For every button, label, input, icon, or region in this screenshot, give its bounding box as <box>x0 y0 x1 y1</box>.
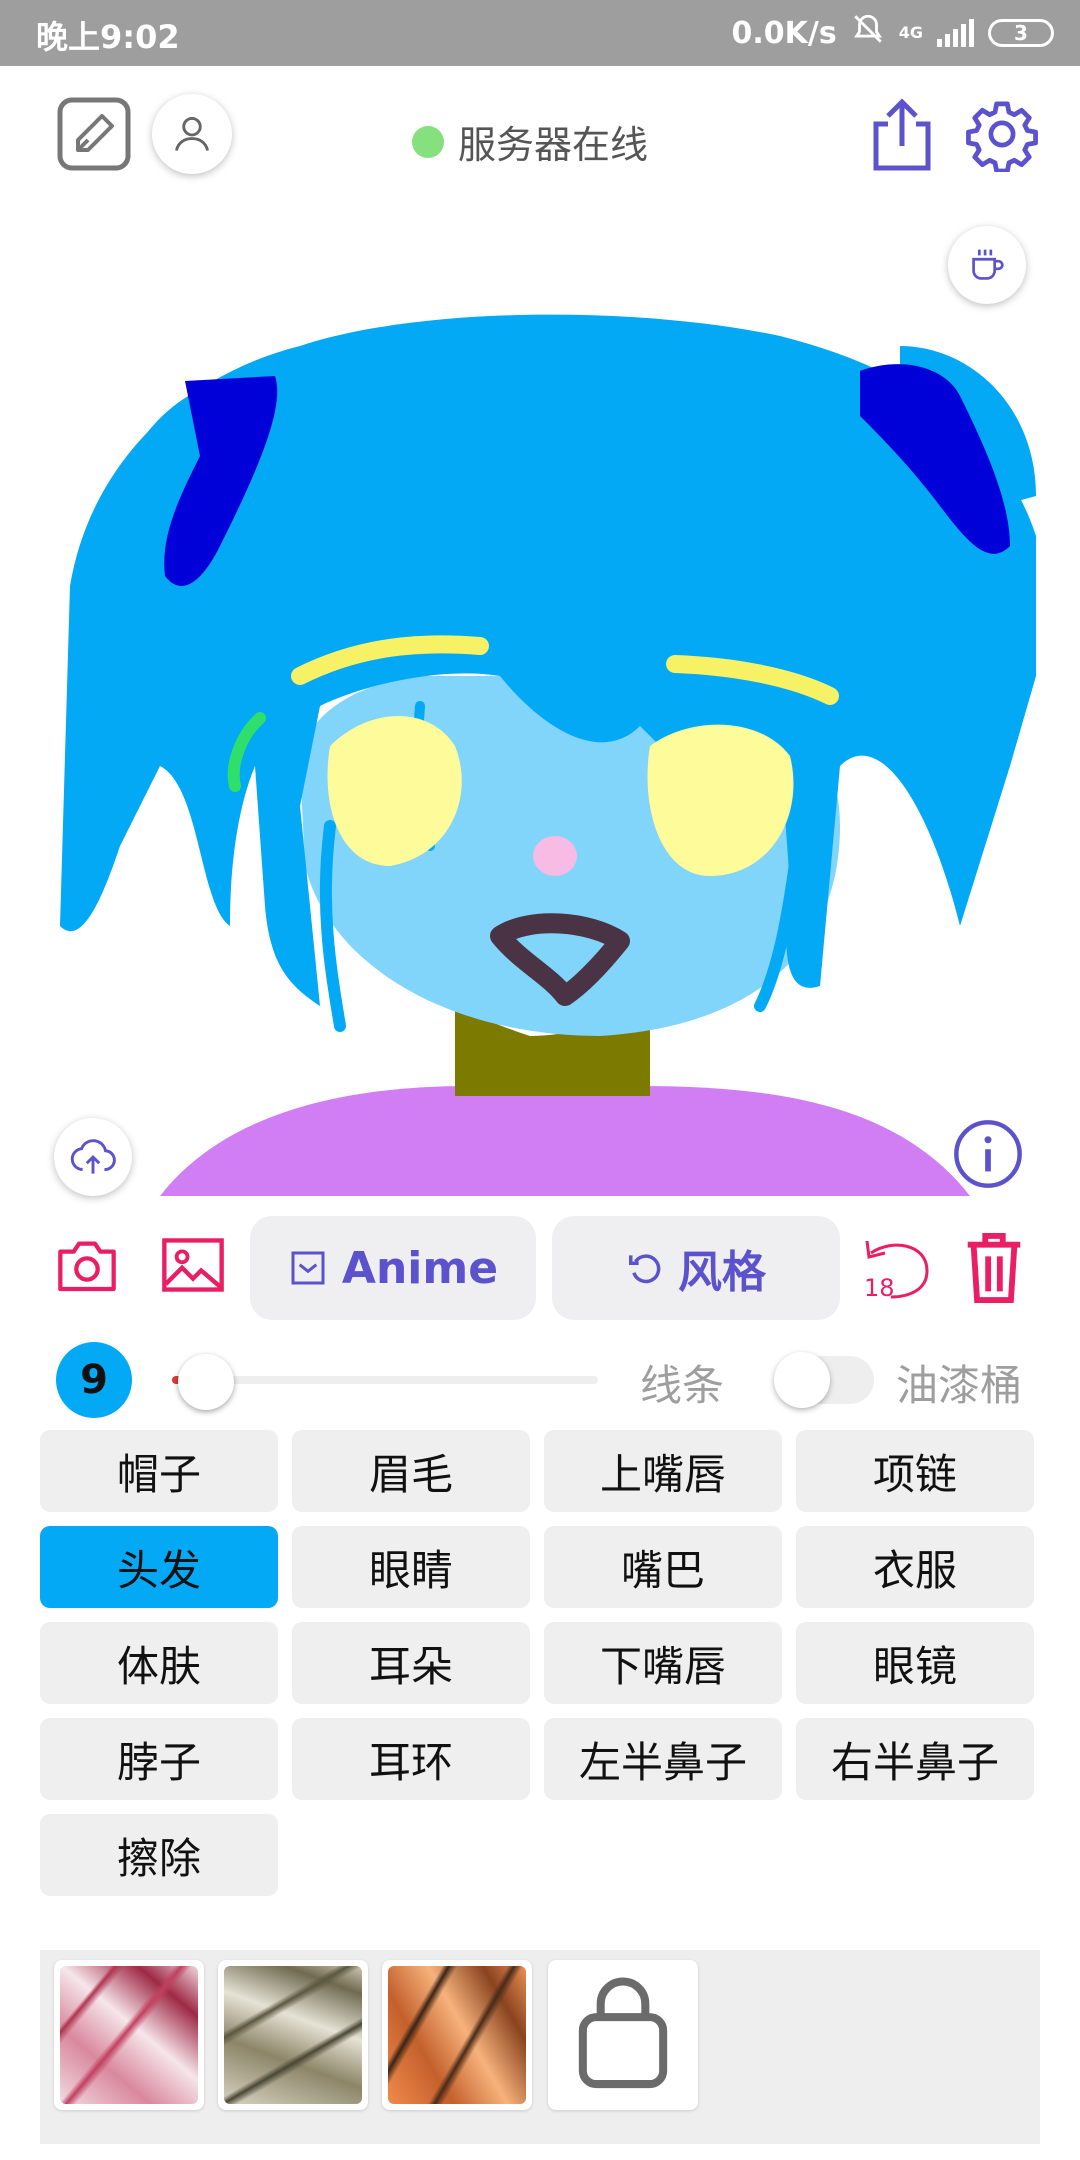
status-time: 晚上9:02 <box>36 18 180 56</box>
texture-swatch[interactable] <box>382 1960 532 2110</box>
sketch-drawing <box>60 314 1036 1196</box>
part-button[interactable]: 衣服 <box>796 1526 1034 1608</box>
top-toolbar: 服务器在线 <box>0 66 1080 206</box>
paint-bucket-label: 油漆桶 <box>896 1361 1023 1410</box>
part-button[interactable]: 帽子 <box>40 1430 278 1512</box>
brush-size-badge: 9 <box>56 1342 132 1418</box>
coffee-cup-icon <box>972 249 1004 280</box>
part-button[interactable]: 左半鼻子 <box>544 1718 782 1800</box>
style-label: 风格 <box>678 1247 766 1298</box>
trash-icon <box>967 1233 1021 1303</box>
mute-icon <box>851 12 885 54</box>
server-status-text: 服务器在线 <box>458 123 649 167</box>
cloud-upload-icon <box>70 1139 116 1174</box>
undo-button[interactable]: 18 <box>858 1228 936 1308</box>
account-button[interactable] <box>152 94 232 174</box>
info-button[interactable] <box>948 1114 1028 1194</box>
part-button[interactable]: 耳环 <box>292 1718 530 1800</box>
part-button[interactable]: 下嘴唇 <box>544 1622 782 1704</box>
server-status: 服务器在线 <box>412 114 648 169</box>
gallery-button[interactable] <box>158 1232 228 1298</box>
user-icon <box>174 116 210 151</box>
status-bar: 晚上9:02 0.0K/s 4G 3 <box>0 0 1080 66</box>
part-button[interactable]: 眼睛 <box>292 1526 530 1608</box>
part-button[interactable]: 眉毛 <box>292 1430 530 1512</box>
anime-label: Anime <box>341 1242 499 1294</box>
brush-size-thumb[interactable] <box>178 1354 234 1410</box>
action-row: Anime 风格 18 <box>0 1212 1080 1324</box>
part-button[interactable]: 脖子 <box>40 1718 278 1800</box>
toggle-knob <box>774 1352 830 1408</box>
battery-icon: 3 <box>988 19 1054 47</box>
status-icons: 0.0K/s 4G 3 <box>732 12 1054 54</box>
part-button[interactable]: 右半鼻子 <box>796 1718 1034 1800</box>
signal-icon <box>937 19 974 47</box>
part-button[interactable]: 上嘴唇 <box>544 1430 782 1512</box>
part-button[interactable]: 项链 <box>796 1430 1034 1512</box>
shopping-bag-icon <box>578 1977 668 2089</box>
texture-image <box>224 1966 362 2104</box>
upload-button[interactable] <box>54 1118 132 1196</box>
server-status-dot <box>412 125 444 158</box>
image-icon <box>162 1238 224 1292</box>
part-button[interactable]: 嘴巴 <box>544 1526 782 1608</box>
camera-icon <box>58 1241 116 1292</box>
shop-button[interactable] <box>548 1960 698 2110</box>
drawing-canvas[interactable] <box>0 206 1080 1202</box>
texture-image <box>60 1966 198 2104</box>
part-button[interactable]: 体肤 <box>40 1622 278 1704</box>
texture-strip <box>40 1950 1040 2144</box>
anime-button[interactable]: Anime <box>250 1216 536 1320</box>
check-mail-icon <box>291 1251 325 1285</box>
lines-label: 线条 <box>640 1361 725 1410</box>
gear-icon <box>966 101 1038 172</box>
settings-button[interactable] <box>962 92 1042 176</box>
battery-level: 3 <box>1014 21 1028 45</box>
paint-bucket-toggle[interactable] <box>774 1352 874 1408</box>
rotate-icon <box>629 1254 661 1284</box>
net-speed: 0.0K/s <box>731 15 837 51</box>
part-button[interactable]: 眼镜 <box>796 1622 1034 1704</box>
style-button[interactable]: 风格 <box>552 1216 840 1320</box>
part-button[interactable]: 头发 <box>40 1526 278 1608</box>
texture-image <box>388 1966 526 2104</box>
parts-grid: 帽子 眉毛 上嘴唇 项链头发 眼睛 嘴巴 衣服体肤 耳朵 下嘴唇 眼镜脖子 耳环 左半鼻子 右半鼻子擦除 <box>40 1430 1040 1896</box>
undo-count: 18 <box>864 1274 895 1302</box>
camera-button[interactable] <box>54 1232 120 1298</box>
part-button[interactable]: 耳朵 <box>292 1622 530 1704</box>
brush-settings: 9 线条 油漆桶 <box>0 1340 1080 1420</box>
share-icon <box>873 98 931 171</box>
brush-size-slider[interactable] <box>172 1376 598 1384</box>
network-type: 4G <box>898 23 923 42</box>
texture-swatch[interactable] <box>218 1960 368 2110</box>
part-button[interactable]: 擦除 <box>40 1814 278 1896</box>
clear-button[interactable] <box>956 1226 1032 1310</box>
coffee-button[interactable] <box>948 226 1026 304</box>
texture-swatch[interactable] <box>54 1960 204 2110</box>
info-icon <box>954 1120 1022 1188</box>
pen-square-icon <box>57 97 131 171</box>
share-button[interactable] <box>862 92 942 176</box>
draw-mode-button[interactable] <box>56 96 132 172</box>
